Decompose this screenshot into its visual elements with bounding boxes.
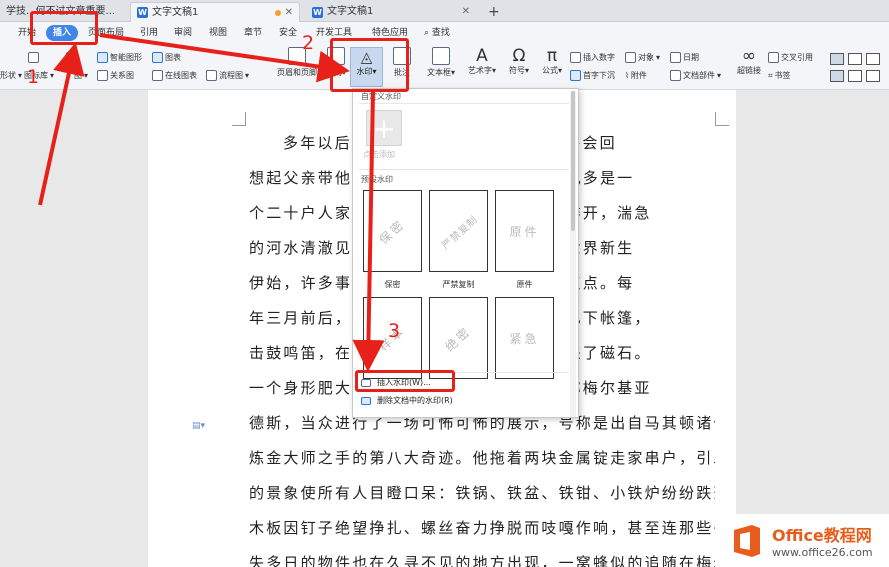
logo-text: Office教程网 www.office26.com: [772, 522, 873, 559]
logo-title: Office教程网: [772, 526, 872, 545]
arrow-3: [352, 91, 385, 372]
logo-url: www.office26.com: [772, 546, 873, 559]
annotation-number-3: 3: [388, 320, 401, 342]
annotation-number-1: 1: [27, 66, 40, 88]
site-logo: Office教程网 www.office26.com: [722, 514, 889, 567]
app-window: 学技...何不过文章重要... W 文字文稿1 ✕ W 文字文稿1 ✕ + 开始…: [0, 0, 889, 567]
office-logo-icon: [728, 522, 766, 560]
annotation-number-2: 2: [302, 32, 315, 54]
arrow-1: [38, 42, 85, 206]
annotation-arrows: [38, 33, 385, 372]
